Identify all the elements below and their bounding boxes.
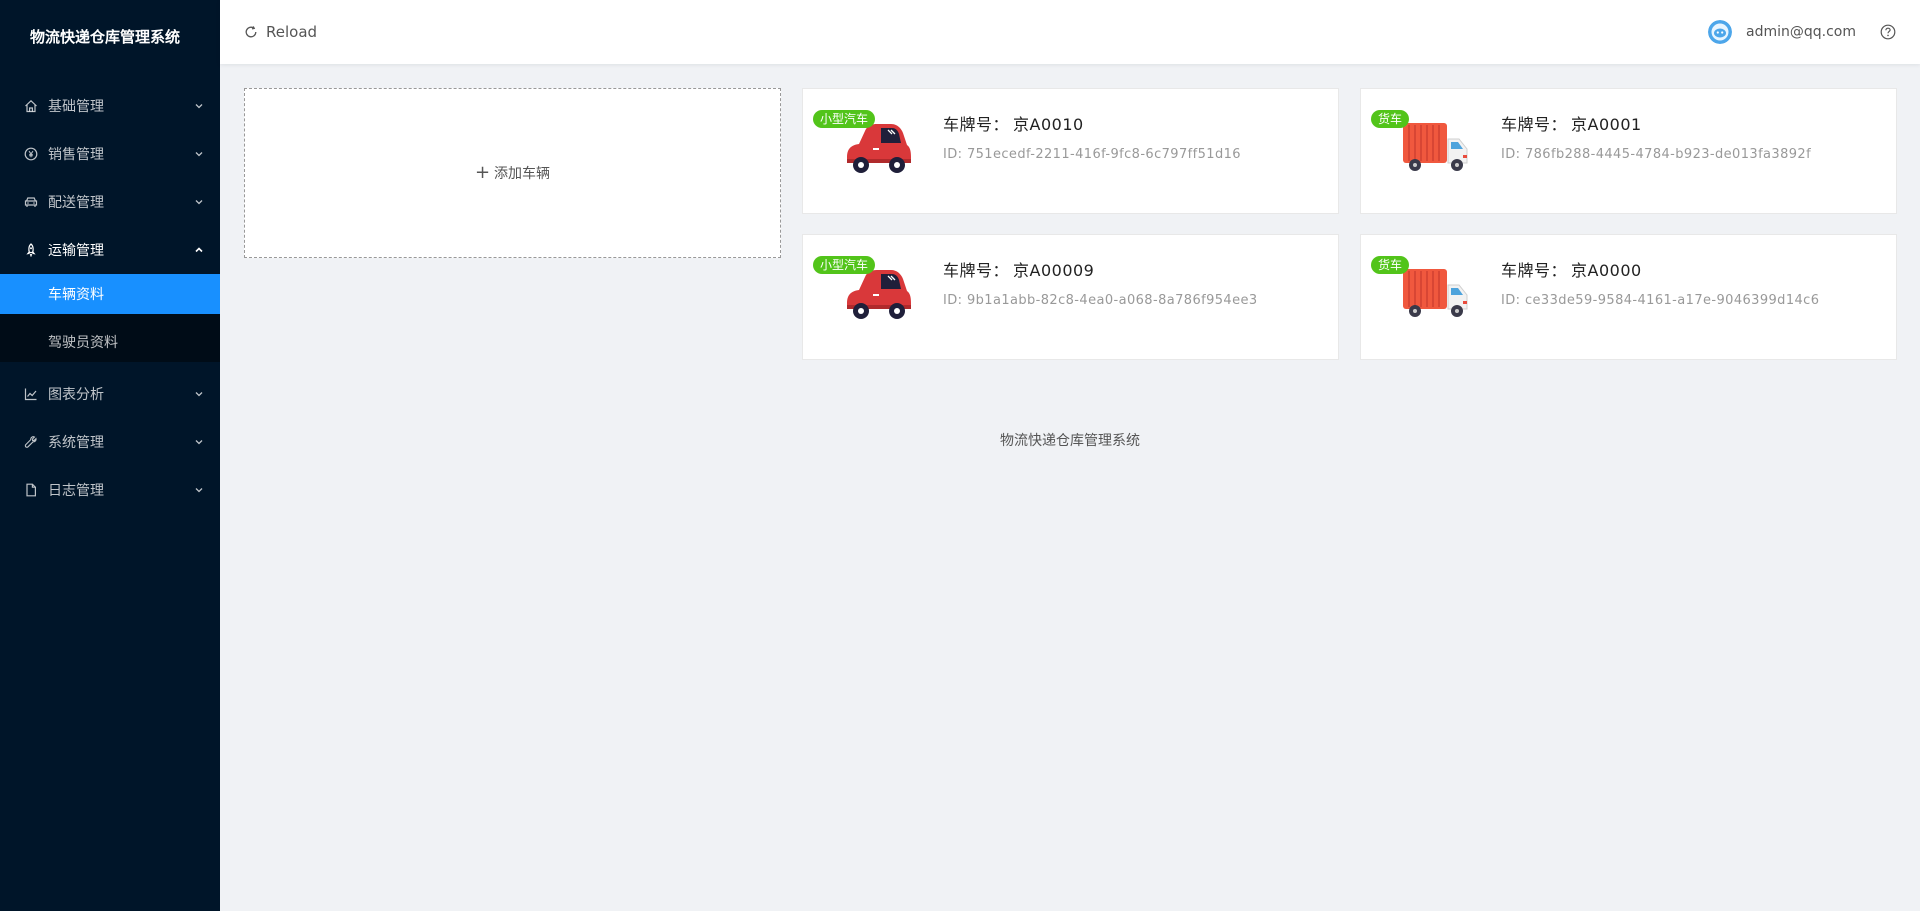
sidebar-item-delivery[interactable]: 配送管理 (0, 178, 220, 226)
vehicle-info: 车牌号： 京A00009 ID: 9b1a1abb-82c8-4ea0-a068-… (943, 235, 1258, 359)
sidebar-item-label: 运输管理 (48, 243, 104, 259)
sidebar-item-transport[interactable]: 运输管理 (0, 226, 220, 274)
plus-icon: + (474, 162, 491, 183)
plate-value: 京A0010 (1013, 115, 1084, 134)
vehicle-id: ID: 786fb288-4445-4784-b923-de013fa3892f (1501, 147, 1812, 162)
transport-submenu: 车辆资料 驾驶员资料 (0, 274, 220, 362)
reload-icon (245, 26, 257, 38)
chevron-down-icon (194, 485, 204, 495)
plate-number: 车牌号： 京A0000 (1501, 257, 1819, 281)
plate-value: 京A00009 (1013, 261, 1095, 280)
plate-number: 车牌号： 京A00009 (943, 257, 1258, 281)
chevron-down-icon (194, 437, 204, 447)
plate-label: 车牌号： (943, 261, 1010, 280)
top-header: Reload admin@qq.com (220, 0, 1920, 64)
vehicle-image: 货车 (1361, 235, 1501, 359)
sidebar-item-label: 系统管理 (48, 435, 104, 451)
avatar[interactable] (1708, 20, 1732, 44)
yen-icon (24, 147, 38, 161)
vehicle-card[interactable]: 小型汽车 车牌号： 京A00009 ID: 9b1a1abb-82c8-4ea0-… (802, 234, 1339, 360)
sidebar-item-label: 图表分析 (48, 387, 104, 403)
vehicle-type-tag: 小型汽车 (813, 110, 876, 128)
chevron-down-icon (194, 149, 204, 159)
sidebar-item-label: 配送管理 (48, 195, 104, 211)
vehicle-id: ID: 751ecedf-2211-416f-9fc8-6c797ff51d16 (943, 147, 1241, 162)
vehicle-type-tag: 货车 (1371, 110, 1410, 128)
vehicle-type-tag: 货车 (1371, 256, 1410, 274)
plate-value: 京A0000 (1571, 261, 1642, 280)
reload-label: Reload (266, 23, 318, 41)
add-vehicle-label: 添加车辆 (494, 166, 551, 182)
plate-number: 车牌号： 京A0001 (1501, 111, 1811, 135)
sidebar-item-sales[interactable]: 销售管理 (0, 130, 220, 178)
plate-label: 车牌号： (943, 115, 1010, 134)
footer-text: 物流快递仓库管理系统 (1000, 433, 1140, 449)
sidebar-item-system[interactable]: 系统管理 (0, 418, 220, 466)
tool-icon (24, 435, 38, 449)
plate-number: 车牌号： 京A0010 (943, 111, 1241, 135)
vehicle-info: 车牌号： 京A0001 ID: 786fb288-4445-4784-b923-d… (1501, 89, 1811, 213)
sidebar-item-charts[interactable]: 图表分析 (0, 370, 220, 418)
chevron-down-icon (194, 197, 204, 207)
vehicle-info: 车牌号： 京A0010 ID: 751ecedf-2211-416f-9fc8-6… (943, 89, 1241, 213)
vehicle-info: 车牌号： 京A0000 ID: ce33de59-9584-4161-a17e-9… (1501, 235, 1819, 359)
sidebar-item-basic[interactable]: 基础管理 (0, 82, 220, 130)
sidebar: 物流快递仓库管理系统 基础管理 销售管理 配送管理 运输管理 车辆资料 驾驶员资… (0, 0, 220, 911)
truck-icon (1403, 123, 1468, 171)
plate-label: 车牌号： (1501, 261, 1568, 280)
sidebar-item-label: 销售管理 (48, 147, 104, 163)
user-email[interactable]: admin@qq.com (1746, 24, 1856, 40)
vehicle-id: ID: 9b1a1abb-82c8-4ea0-a068-8a786f954ee3 (943, 293, 1258, 308)
car-icon (24, 195, 38, 209)
app-title: 物流快递仓库管理系统 (30, 28, 181, 46)
sidebar-item-label: 日志管理 (48, 483, 104, 499)
vehicle-card[interactable]: 货车 车牌号： 京A0001 ID: 786fb288-4445-4784-b92… (1360, 88, 1897, 214)
vehicle-image: 小型汽车 (803, 89, 943, 213)
question-circle-icon[interactable] (1880, 24, 1896, 40)
chevron-down-icon (194, 389, 204, 399)
vehicle-image: 货车 (1361, 89, 1501, 213)
reload-button[interactable]: Reload (244, 23, 317, 41)
vehicle-image: 小型汽车 (803, 235, 943, 359)
rocket-icon (24, 243, 38, 257)
plate-value: 京A0001 (1571, 115, 1642, 134)
truck-icon (1403, 269, 1468, 317)
file-icon (24, 483, 38, 497)
sidebar-item-logs[interactable]: 日志管理 (0, 466, 220, 514)
sidebar-item-label: 基础管理 (48, 99, 104, 115)
vehicle-id: ID: ce33de59-9584-4161-a17e-9046399d14c6 (1501, 293, 1820, 308)
sidebar-item-vehicles[interactable]: 车辆资料 (0, 274, 220, 314)
vehicle-card[interactable]: 货车 车牌号： 京A0000 ID: ce33de59-9584-4161-a17… (1360, 234, 1897, 360)
add-vehicle-card[interactable]: + 添加车辆 (244, 88, 781, 258)
plate-label: 车牌号： (1501, 115, 1568, 134)
vehicle-card[interactable]: 小型汽车 车牌号： 京A0010 ID: 751ecedf-2211-416f-9… (802, 88, 1339, 214)
home-icon (24, 99, 38, 113)
chevron-up-icon (194, 245, 204, 255)
line-chart-icon (24, 387, 38, 401)
chevron-down-icon (194, 101, 204, 111)
vehicle-type-tag: 小型汽车 (813, 256, 876, 274)
sidebar-item-drivers[interactable]: 驾驶员资料 (0, 322, 220, 362)
header-user-area: admin@qq.com (1708, 20, 1896, 44)
